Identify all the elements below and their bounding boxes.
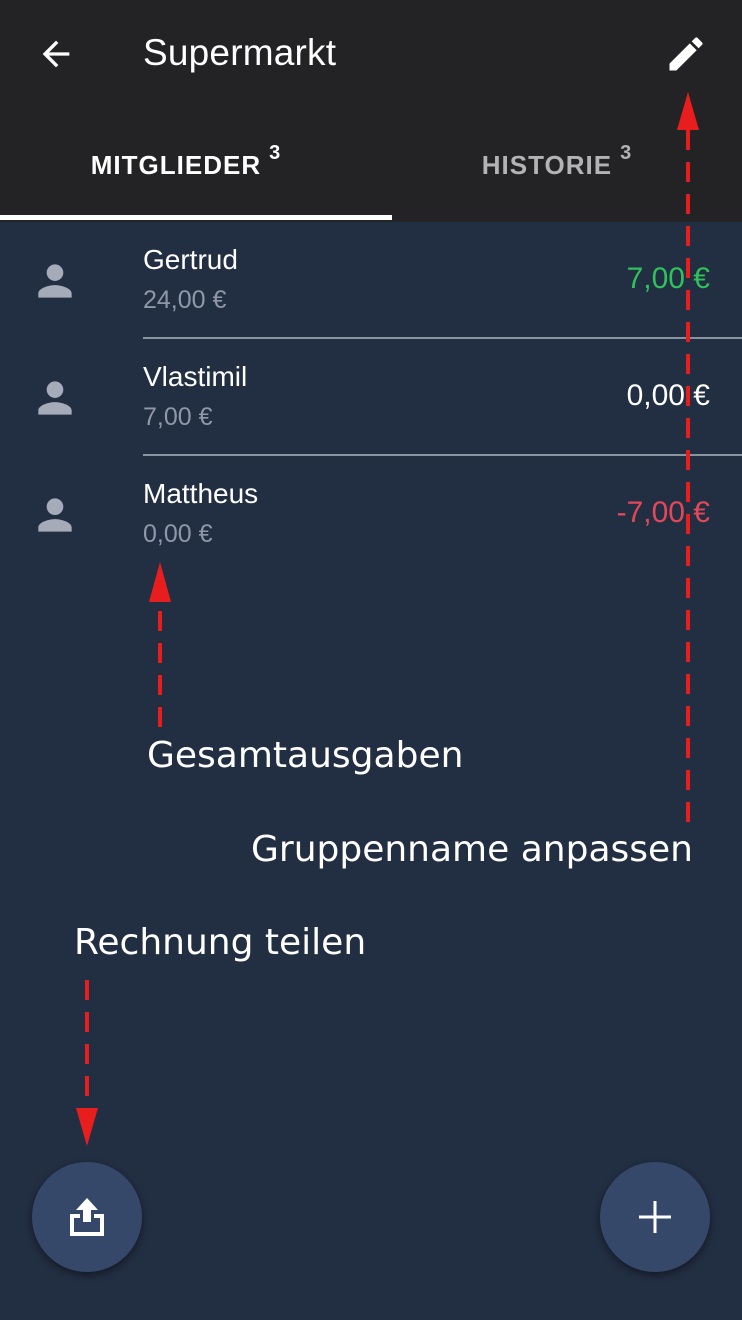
share-upload-icon <box>70 1198 104 1236</box>
member-row-gertrud[interactable]: Gertrud 24,00 € 7,00 € <box>0 222 742 339</box>
person-icon <box>38 498 72 532</box>
annotation-rename-group: Gruppenname anpassen <box>251 829 693 870</box>
member-name: Gertrud <box>143 244 238 275</box>
person-icon <box>38 264 72 298</box>
plus-icon <box>639 1201 671 1233</box>
tab-bar: MITGLIEDER 3 HISTORIE 3 <box>0 112 742 222</box>
page-title: Supermarkt <box>143 32 337 73</box>
back-button[interactable] <box>26 24 86 84</box>
annotation-arrowhead-share <box>76 1108 98 1146</box>
member-total-expenses: 24,00 € <box>143 286 227 314</box>
member-row-mattheus[interactable]: Mattheus 0,00 € -7,00 € <box>0 456 742 573</box>
member-balance: 0,00 € <box>626 379 710 412</box>
member-balance: -7,00 € <box>616 496 710 529</box>
arrow-back-icon <box>42 40 70 68</box>
tab-history-label: HISTORIE <box>481 149 613 180</box>
member-list: Gertrud 24,00 € 7,00 € Vlastimil 7,00 € … <box>0 222 742 573</box>
annotation-total-expenses: Gesamtausgaben <box>147 735 464 776</box>
share-bill-button[interactable] <box>32 1162 142 1272</box>
add-expense-button[interactable] <box>600 1162 710 1272</box>
tab-members[interactable]: MITGLIEDER 3 <box>0 112 371 222</box>
tab-members-label: MITGLIEDER <box>90 149 262 180</box>
app-bar: Supermarkt <box>0 0 742 112</box>
member-total-expenses: 7,00 € <box>143 403 213 431</box>
tab-history-count: 3 <box>620 141 632 164</box>
member-total-expenses: 0,00 € <box>143 520 213 548</box>
member-name: Vlastimil <box>143 361 248 392</box>
member-balance: 7,00 € <box>626 262 710 295</box>
annotation-share-bill: Rechnung teilen <box>74 922 367 963</box>
member-name: Mattheus <box>143 478 259 509</box>
person-icon <box>38 381 72 415</box>
tab-history[interactable]: HISTORIE 3 <box>371 112 742 222</box>
active-tab-indicator <box>0 215 392 220</box>
member-row-vlastimil[interactable]: Vlastimil 7,00 € 0,00 € <box>0 339 742 456</box>
tab-members-count: 3 <box>269 141 281 164</box>
pencil-edit-icon <box>669 37 703 71</box>
edit-group-name-button[interactable] <box>656 24 716 84</box>
